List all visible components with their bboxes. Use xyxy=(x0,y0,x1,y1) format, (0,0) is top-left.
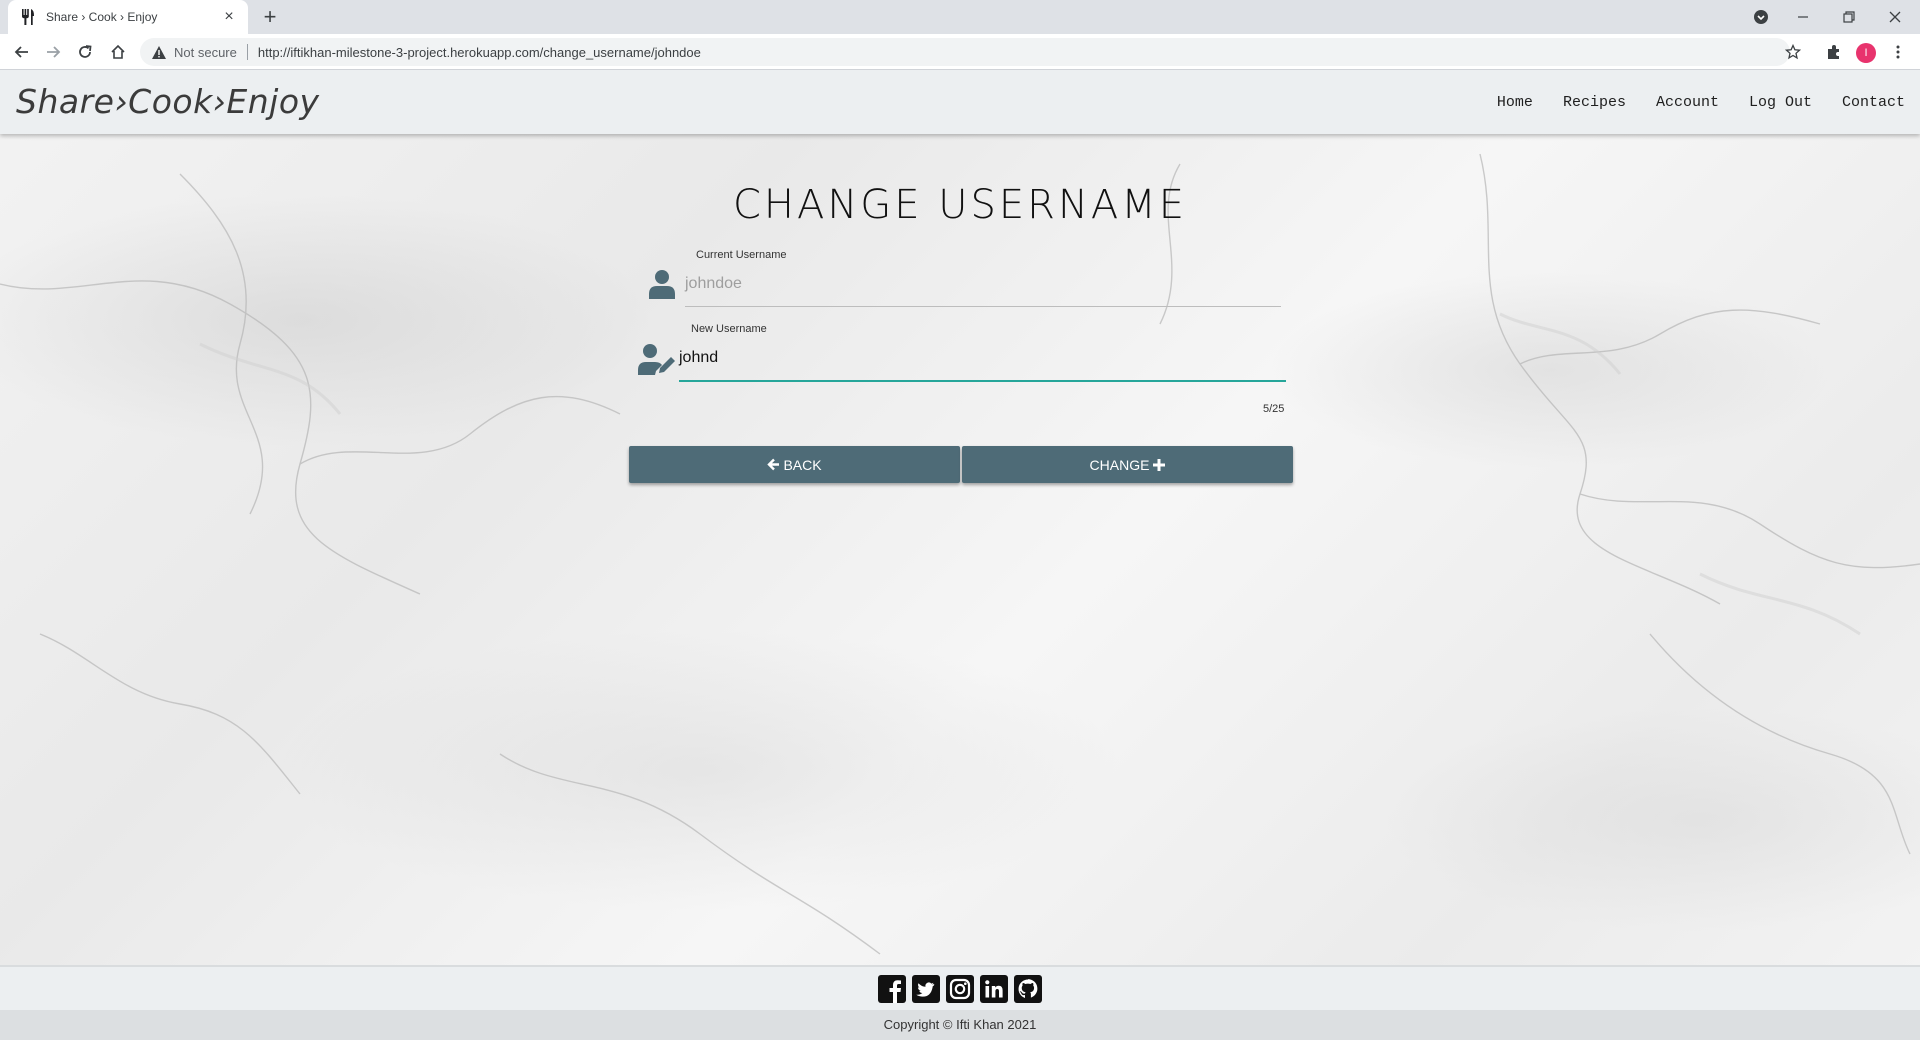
social-links xyxy=(0,975,1920,1003)
plus-icon xyxy=(1153,458,1166,471)
instagram-icon[interactable] xyxy=(946,975,974,1003)
tab-title: Share › Cook › Enjoy xyxy=(46,10,158,24)
current-username-field: johndoe xyxy=(685,275,742,292)
nav-link-logout[interactable]: Log Out xyxy=(1749,94,1812,111)
browser-toolbar: Not secure http://iftikhan-milestone-3-p… xyxy=(0,34,1920,70)
arrow-left-icon xyxy=(767,458,780,471)
marble-background xyxy=(0,153,1920,955)
current-username-label: Current Username xyxy=(696,249,787,261)
twitter-icon[interactable] xyxy=(912,975,940,1003)
current-username-underline xyxy=(685,306,1281,307)
extensions-icon[interactable] xyxy=(1822,40,1846,64)
window-close-icon[interactable] xyxy=(1872,0,1918,34)
linkedin-icon[interactable] xyxy=(980,975,1008,1003)
reload-icon[interactable] xyxy=(73,40,97,64)
back-arrow-icon[interactable] xyxy=(10,40,34,64)
new-username-input[interactable]: johnd xyxy=(679,349,718,367)
nav-link-home[interactable]: Home xyxy=(1497,94,1533,111)
security-label[interactable]: Not secure xyxy=(174,45,237,60)
site-footer: Copyright © Ifti Khan 2021 xyxy=(0,965,1920,1040)
browser-tab[interactable]: Share › Cook › Enjoy × xyxy=(8,0,248,34)
user-edit-icon xyxy=(638,343,678,380)
minimize-icon[interactable] xyxy=(1780,0,1826,34)
warning-icon[interactable] xyxy=(152,45,166,59)
github-icon[interactable] xyxy=(1014,975,1042,1003)
tab-strip: Share › Cook › Enjoy × + xyxy=(0,0,1920,34)
facebook-icon[interactable] xyxy=(878,975,906,1003)
page-title: CHANGE USERNAME xyxy=(732,182,1188,228)
utensils-icon xyxy=(20,9,36,25)
url-text[interactable]: http://iftikhan-milestone-3-project.hero… xyxy=(258,45,701,60)
back-button-label: BACK xyxy=(783,456,822,473)
tab-search-icon[interactable] xyxy=(1738,0,1784,34)
character-counter: 5/25 xyxy=(1263,403,1285,415)
change-button-label: CHANGE xyxy=(1089,456,1150,473)
nav-link-contact[interactable]: Contact xyxy=(1842,94,1905,111)
restore-icon[interactable] xyxy=(1826,0,1872,34)
address-bar[interactable]: Not secure http://iftikhan-milestone-3-p… xyxy=(140,38,1790,66)
back-button[interactable]: BACK xyxy=(629,446,960,483)
copyright-text: Copyright © Ifti Khan 2021 xyxy=(0,1010,1920,1040)
user-icon xyxy=(649,269,675,304)
site-logo[interactable]: Share›Cook›Enjoy xyxy=(16,82,320,121)
home-icon[interactable] xyxy=(106,40,130,64)
forward-arrow-icon[interactable] xyxy=(41,40,65,64)
profile-avatar[interactable]: I xyxy=(1856,43,1876,63)
omnibox-divider xyxy=(246,44,248,60)
new-tab-button[interactable]: + xyxy=(258,5,282,29)
change-button[interactable]: CHANGE xyxy=(962,446,1293,483)
page: Share›Cook›Enjoy Home Recipes Account Lo… xyxy=(0,70,1920,1040)
nav-link-account[interactable]: Account xyxy=(1656,94,1719,111)
nav-links: Home Recipes Account Log Out Contact xyxy=(1467,70,1905,134)
bookmark-star-icon[interactable] xyxy=(1781,40,1805,64)
tab-close-icon[interactable]: × xyxy=(220,8,238,26)
browser-menu-icon[interactable] xyxy=(1886,40,1910,64)
new-username-underline xyxy=(679,380,1286,382)
site-navbar: Share›Cook›Enjoy Home Recipes Account Lo… xyxy=(0,70,1920,134)
new-username-label: New Username xyxy=(691,323,767,335)
nav-link-recipes[interactable]: Recipes xyxy=(1563,94,1626,111)
